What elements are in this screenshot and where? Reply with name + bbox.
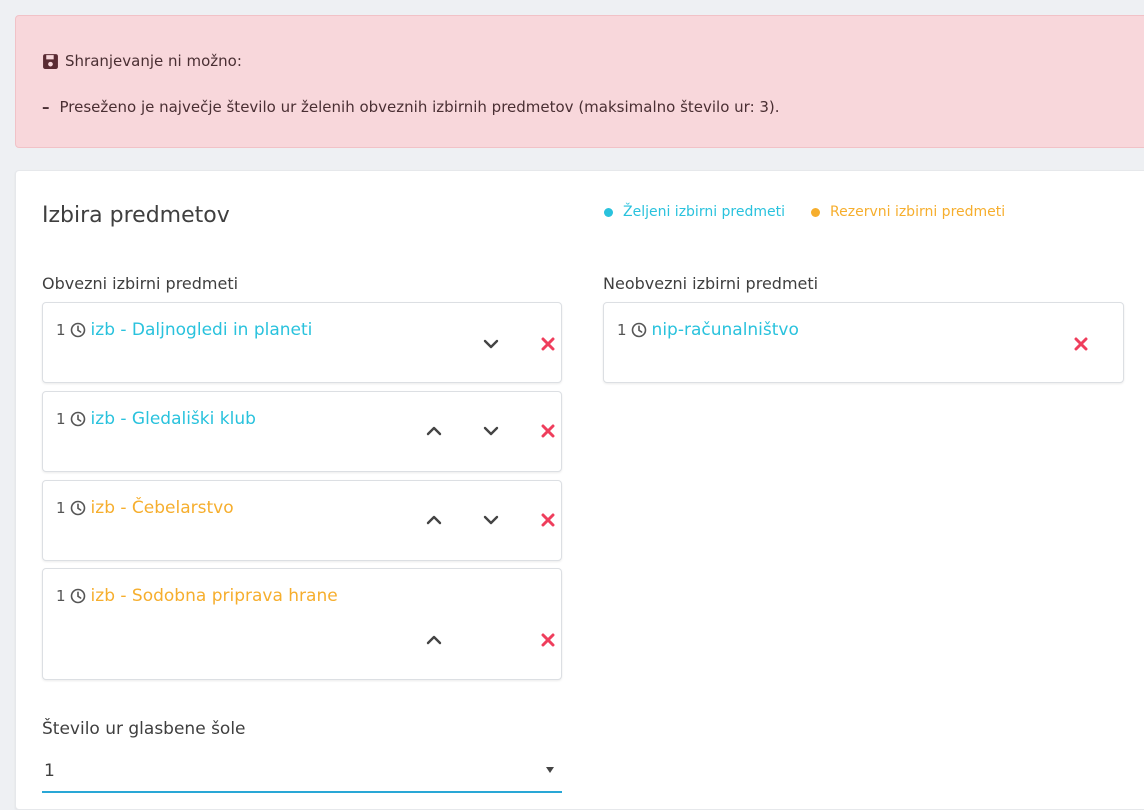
move-down-button[interactable] [480, 333, 502, 355]
subject-name[interactable]: nip-računalništvo [652, 320, 799, 340]
chevron-up-icon [426, 426, 442, 436]
close-icon [541, 633, 555, 647]
subject-hours: 1 [56, 587, 66, 605]
close-icon [541, 337, 555, 351]
chevron-up-icon [426, 515, 442, 525]
legend-wanted-label: Željeni izbirni predmeti [623, 204, 786, 220]
subject-selection-card: Izbira predmetov Željeni izbirni predmet… [15, 170, 1144, 810]
subject-head: 1 izb - Gledališki klub [56, 409, 256, 429]
close-icon [1074, 337, 1088, 351]
move-down-button[interactable] [480, 420, 502, 442]
remove-button[interactable] [537, 420, 559, 442]
optional-subjects-label: Neobvezni izbirni predmeti [603, 274, 819, 293]
alert-message: Preseženo je največje število ur želenih… [59, 98, 780, 116]
close-icon [541, 513, 555, 527]
chevron-up-icon [426, 635, 442, 645]
subject-hours: 1 [617, 321, 627, 339]
move-down-button[interactable] [480, 509, 502, 531]
clock-icon [70, 322, 85, 338]
legend: Željeni izbirni predmeti Rezervni izbirn… [604, 204, 1031, 220]
subject-card[interactable]: 1 izb - Gledališki klub [42, 391, 562, 472]
move-up-button[interactable] [423, 509, 445, 531]
remove-button[interactable] [537, 629, 559, 651]
subject-card[interactable]: 1 izb - Daljnogledi in planeti [42, 302, 562, 383]
caret-down-icon [546, 767, 554, 773]
clock-icon [70, 411, 85, 427]
subject-card[interactable]: 1 izb - Čebelarstvo [42, 480, 562, 561]
clock-icon [70, 500, 85, 516]
subject-hours: 1 [56, 499, 66, 517]
subject-head: 1 izb - Sodobna priprava hrane [56, 586, 338, 606]
alert-title: Shranjevanje ni možno: [65, 52, 242, 70]
subject-card[interactable]: 1 nip-računalništvo [603, 302, 1124, 383]
subject-head: 1 izb - Daljnogledi in planeti [56, 320, 312, 340]
legend-dot-wanted [604, 207, 613, 217]
mandatory-subjects-label: Obvezni izbirni predmeti [42, 274, 239, 293]
legend-dot-reserve [811, 207, 821, 217]
chevron-down-icon [483, 515, 499, 525]
remove-button[interactable] [537, 509, 559, 531]
alert-bullet: – [42, 98, 50, 116]
subject-name[interactable]: izb - Sodobna priprava hrane [91, 586, 338, 606]
music-school-hours-label: Število ur glasbene šole [42, 719, 246, 739]
subject-name[interactable]: izb - Gledališki klub [91, 409, 256, 429]
chevron-down-icon [483, 426, 499, 436]
move-up-button[interactable] [423, 629, 445, 651]
legend-reserve: Rezervni izbirni predmeti [811, 204, 1005, 220]
subject-hours: 1 [56, 410, 66, 428]
legend-wanted: Željeni izbirni predmeti [604, 204, 785, 220]
subject-head: 1 nip-računalništvo [617, 320, 799, 340]
subject-head: 1 izb - Čebelarstvo [56, 498, 234, 518]
close-icon [541, 424, 555, 438]
clock-icon [631, 322, 646, 338]
subject-hours: 1 [56, 321, 66, 339]
legend-reserve-label: Rezervni izbirni predmeti [830, 204, 1006, 220]
subject-card[interactable]: 1 izb - Sodobna priprava hrane [42, 568, 562, 680]
music-school-hours-select[interactable]: 1 [42, 751, 562, 793]
page-title: Izbira predmetov [42, 203, 230, 228]
remove-button[interactable] [537, 333, 559, 355]
alert-title-row: Shranjevanje ni možno: [42, 52, 242, 70]
chevron-down-icon [483, 339, 499, 349]
alert-message-row: – Preseženo je največje število ur želen… [42, 98, 780, 116]
subject-name[interactable]: izb - Daljnogledi in planeti [91, 320, 313, 340]
move-up-button[interactable] [423, 420, 445, 442]
select-value: 1 [44, 761, 55, 781]
save-icon [43, 53, 58, 69]
subject-name[interactable]: izb - Čebelarstvo [91, 498, 234, 518]
clock-icon [70, 588, 85, 604]
error-alert: Shranjevanje ni možno: – Preseženo je na… [15, 15, 1144, 148]
remove-button[interactable] [1070, 333, 1092, 355]
